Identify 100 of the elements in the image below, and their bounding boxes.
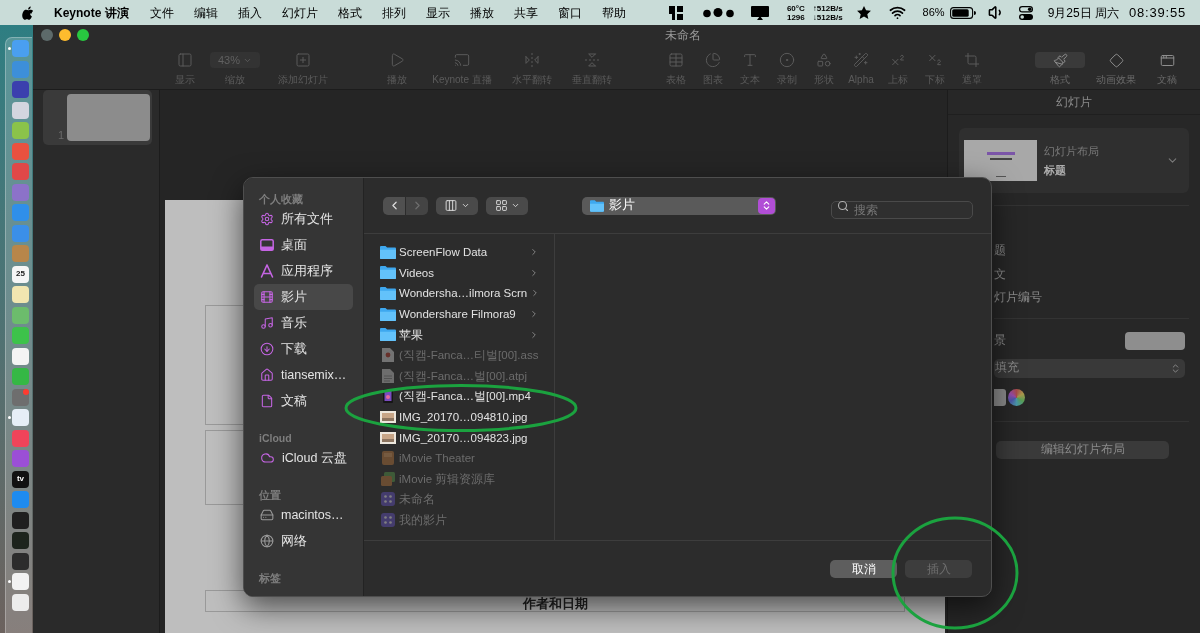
menu-item[interactable]: 幻灯片 [281,3,318,22]
layout-value: 标题 [1044,162,1067,178]
color-wheel-icon[interactable] [1008,388,1025,406]
menu-item[interactable]: 排列 [381,3,406,22]
menu-item[interactable]: 插入 [237,3,262,22]
download-icon [260,342,274,356]
film-icon [260,290,274,304]
folder-icon [380,287,396,300]
dock-app-icon[interactable]: tv [12,470,29,488]
monitor-icon[interactable] [750,5,769,20]
apple-icon[interactable] [22,5,34,20]
sidebar-item[interactable]: 所有文件 [254,206,353,232]
icon-text: 25 [16,270,25,278]
folder-icon [380,245,396,259]
app-menu[interactable]: Keynote 讲演 [54,3,129,22]
cloud-icon [260,451,275,465]
shapes-icon [816,52,832,68]
sidebar-item[interactable]: 影片 [254,284,353,310]
color-swatch-icon[interactable] [994,388,1006,406]
chevron-right-icon [529,309,539,320]
location-dropdown[interactable]: 影片 [582,196,776,215]
play-icon [389,52,405,68]
fan-speed-text: 1296 [786,12,805,22]
menu-item[interactable]: 编辑 [193,3,218,22]
search-icon [837,199,849,212]
dock-app-icon[interactable] [12,552,29,570]
up-down-chevron-icon [758,197,775,214]
chevron-right-icon [529,247,539,258]
date-text[interactable]: 9月25日 周六 [1047,3,1119,22]
search-field[interactable]: 搜索 [831,200,973,219]
crop-icon [964,52,980,68]
sidebar-item[interactable]: 音乐 [254,310,353,336]
sidebar-item[interactable]: 网络 [254,528,353,554]
background-label: 景 [994,332,1006,348]
music-note-icon [260,316,274,330]
superscript-icon [890,52,906,68]
color-well[interactable] [1125,331,1185,350]
up-down-chevron-icon [1170,362,1181,374]
icon-text: tv [16,475,25,483]
menu-item[interactable]: 帮助 [601,3,626,22]
minimize-button[interactable] [59,29,71,41]
text-icon [742,52,758,68]
menu-item[interactable]: 窗口 [557,3,582,22]
folder-icon [380,266,396,280]
file-list-item[interactable]: Videos [364,262,554,284]
dots-icon[interactable] [702,7,737,18]
dock-app-icon[interactable] [12,593,29,611]
dock-app-icon[interactable] [12,532,29,549]
file-list-item[interactable]: Wondersha…ilmora Scrn [364,283,554,304]
wand-icon [853,52,869,68]
dock-app-icon[interactable] [12,101,29,119]
sidebar-item[interactable]: macintos… [254,502,353,528]
file-list-item[interactable]: IMG_20170…094823.jpg [364,427,554,448]
dock-app-icon[interactable] [12,511,29,529]
image-thumbnail-icon [380,431,396,444]
wifi-icon[interactable] [888,4,906,21]
temperature-text: 60°C [786,3,805,13]
drive-icon [260,508,274,522]
dock-app-icon[interactable]: 25 [12,265,29,283]
chevron-right-icon [529,329,539,340]
sidebar-item[interactable]: iCloud 云盘 [254,445,353,471]
sidebar-item[interactable]: tiansemix… [254,362,353,388]
control-center-icon[interactable] [1018,5,1033,20]
sidebar-section-title: 个人收藏 [258,192,304,206]
dock-app-icon[interactable] [12,347,29,365]
dock-app-icon[interactable] [12,286,29,303]
menu-item[interactable]: 播放 [469,3,494,22]
file-list-item[interactable]: ScreenFlow Data [364,242,554,263]
file-list-item[interactable]: Wondershare Filmora9 [364,303,554,325]
menu-item[interactable]: 显示 [425,3,450,22]
back-button[interactable] [383,196,405,215]
cancel-button[interactable]: 取消 [830,559,897,578]
sidebar-item[interactable]: 桌面 [254,232,353,258]
file-list-item[interactable]: (직캠-Fanca…벌[00].mp4 [364,386,554,407]
house-icon [260,368,274,382]
menu-item[interactable]: 共享 [513,3,538,22]
folder-icon [590,199,604,212]
zoom-button[interactable] [77,29,89,41]
file-list-item[interactable]: 苹果 [364,324,554,345]
menu-item[interactable]: 文件 [149,3,174,22]
menu-item[interactable]: 格式 [337,3,362,22]
video-thumbnail-icon [383,389,393,404]
sidebar-section-title: iCloud [258,431,293,445]
battery-icon[interactable] [949,6,976,19]
sidebar-item[interactable]: 文稿 [254,388,353,414]
battery-percent-text: 86% [922,5,945,21]
star-icon[interactable] [856,6,871,19]
sidebar-item[interactable]: 下载 [254,336,353,362]
clock-text[interactable]: 08:39:55 [1129,2,1186,23]
group-mode-button[interactable] [486,196,528,215]
sidebar-item[interactable]: 应用程序 [254,258,353,284]
view-mode-button[interactable] [436,196,478,215]
stack-icon [381,471,395,486]
dock-app-icon[interactable] [12,409,29,426]
apps-icon [260,264,274,278]
dock-app-icon[interactable] [12,573,29,590]
layout-selector[interactable]: 幻灯片布局 标题 [959,128,1189,193]
chevron-right-icon [529,267,539,278]
sidebar-icon [177,52,193,68]
file-list-item[interactable]: IMG_20170…094810.jpg [364,406,554,428]
